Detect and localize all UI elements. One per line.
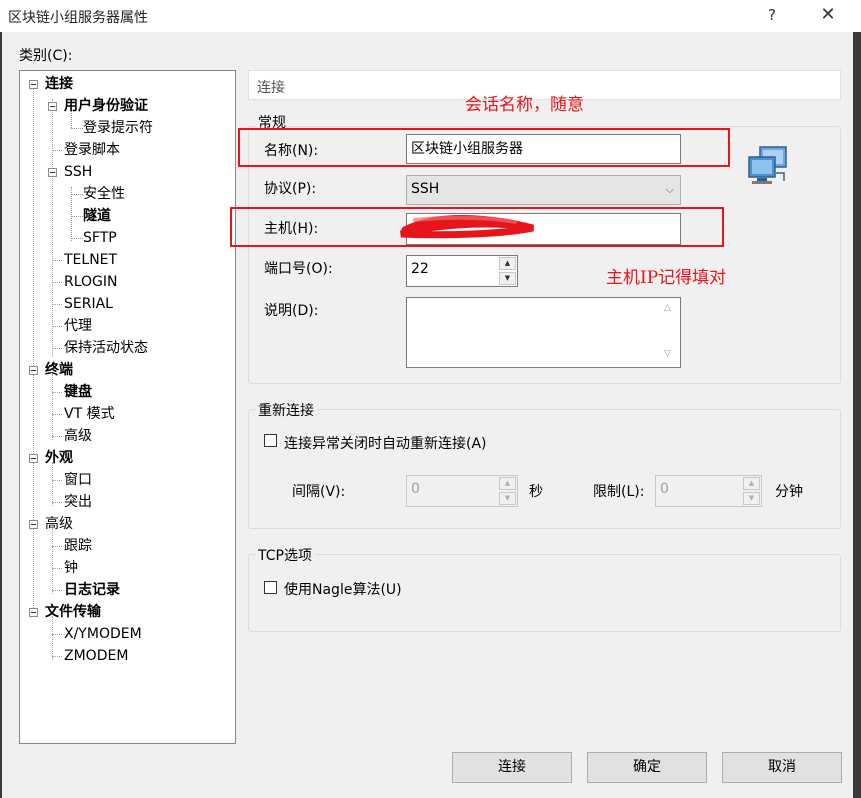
- category-label: 类别(C):: [19, 45, 72, 65]
- interval-value: 0: [411, 481, 420, 497]
- expand-terminal-icon[interactable]: [29, 366, 38, 375]
- limit-spinner[interactable]: 0 ▲ ▼: [655, 475, 762, 507]
- tree-item-telnet[interactable]: TELNET: [64, 251, 117, 269]
- tree-item-highlight[interactable]: 突出: [64, 493, 92, 511]
- interval-label: 间隔(V):: [292, 481, 345, 501]
- port-up-arrow-icon[interactable]: ▲: [499, 257, 516, 270]
- interval-down-arrow-icon[interactable]: ▼: [499, 492, 516, 505]
- tree-item-advanced[interactable]: 高级: [45, 515, 73, 533]
- tree-item-connection[interactable]: 连接: [45, 75, 73, 93]
- reconnect-group-title: 重新连接: [256, 400, 316, 420]
- section-header-title: 连接: [257, 77, 285, 97]
- tree-item-xymodem[interactable]: X/YMODEM: [64, 625, 142, 643]
- interval-unit: 秒: [529, 481, 543, 501]
- annotation-session-name: 会话名称，随意: [465, 90, 584, 115]
- description-textarea[interactable]: [406, 297, 681, 368]
- tree-item-keepalive[interactable]: 保持活动状态: [64, 339, 148, 357]
- annotation-host-ip: 主机IP记得填对: [606, 263, 726, 288]
- port-spinner[interactable]: 22 ▲ ▼: [406, 255, 518, 287]
- tree-item-trace[interactable]: 跟踪: [64, 537, 92, 555]
- scroll-up-icon[interactable]: △: [664, 303, 671, 313]
- port-label: 端口号(O):: [264, 258, 333, 278]
- annotation-box-host: [230, 207, 724, 247]
- port-down-arrow-icon[interactable]: ▼: [499, 272, 516, 285]
- protocol-select[interactable]: SSH ⌵: [406, 175, 681, 205]
- category-tree[interactable]: 连接 用户身份验证 登录提示符 登录脚本 SSH 安全性 隧道 SFTP TEL…: [19, 70, 236, 744]
- window-edge-left: [0, 32, 2, 798]
- connect-button[interactable]: 连接: [452, 752, 572, 783]
- nagle-label: 使用Nagle算法(U): [284, 579, 402, 599]
- tree-item-security[interactable]: 安全性: [83, 185, 125, 203]
- close-button[interactable]: ✕: [818, 4, 838, 25]
- tree-item-bell[interactable]: 钟: [64, 559, 78, 577]
- tree-item-sftp[interactable]: SFTP: [83, 229, 117, 247]
- interval-up-arrow-icon[interactable]: ▲: [499, 477, 516, 490]
- expand-appearance-icon[interactable]: [29, 454, 38, 463]
- limit-up-arrow-icon[interactable]: ▲: [743, 477, 760, 490]
- protocol-select-value: SSH: [411, 181, 439, 197]
- annotation-box-name: [238, 128, 730, 167]
- tcp-group-title: TCP选项: [256, 545, 314, 565]
- tree-item-ssh[interactable]: SSH: [64, 163, 92, 181]
- expand-ssh-icon[interactable]: [48, 168, 57, 177]
- tree-item-rlogin[interactable]: RLOGIN: [64, 273, 118, 291]
- help-button[interactable]: ?: [764, 6, 780, 24]
- reconnect-group: [248, 409, 841, 529]
- tree-item-serial[interactable]: SERIAL: [64, 295, 113, 313]
- tree-item-proxy[interactable]: 代理: [64, 317, 92, 335]
- interval-spinner[interactable]: 0 ▲ ▼: [406, 475, 518, 507]
- tree-item-login-script[interactable]: 登录脚本: [64, 141, 120, 159]
- limit-unit: 分钟: [775, 481, 803, 501]
- tree-item-tunnel[interactable]: 隧道: [83, 207, 111, 225]
- auto-reconnect-checkbox[interactable]: [264, 434, 277, 447]
- expand-file-transfer-icon[interactable]: [29, 608, 38, 617]
- window-edge-right: [853, 32, 861, 798]
- window-title: 区块链小组服务器属性: [8, 7, 148, 27]
- expand-auth-icon[interactable]: [48, 102, 57, 111]
- chevron-down-icon: ⌵: [666, 183, 674, 197]
- expand-advanced-icon[interactable]: [29, 520, 38, 529]
- tree-item-terminal-advanced[interactable]: 高级: [64, 427, 92, 445]
- tree-item-login-prompt[interactable]: 登录提示符: [83, 119, 153, 137]
- scroll-down-icon[interactable]: ▽: [664, 349, 671, 359]
- tree-item-vt-mode[interactable]: VT 模式: [64, 405, 115, 423]
- tree-item-appearance[interactable]: 外观: [45, 449, 73, 467]
- limit-down-arrow-icon[interactable]: ▼: [743, 492, 760, 505]
- tree-item-terminal[interactable]: 终端: [45, 361, 73, 379]
- port-value: 22: [411, 261, 429, 277]
- nagle-checkbox[interactable]: [264, 581, 277, 594]
- description-label: 说明(D):: [264, 300, 318, 320]
- tree-item-auth[interactable]: 用户身份验证: [64, 97, 148, 115]
- tree-item-file-transfer[interactable]: 文件传输: [45, 603, 101, 621]
- tree-item-zmodem[interactable]: ZMODEM: [64, 647, 128, 665]
- tree-item-keyboard[interactable]: 键盘: [64, 383, 92, 401]
- tree-item-logging[interactable]: 日志记录: [64, 581, 120, 599]
- expand-connection-icon[interactable]: [29, 80, 38, 89]
- limit-value: 0: [660, 481, 669, 497]
- protocol-label: 协议(P):: [264, 178, 316, 198]
- limit-label: 限制(L):: [593, 481, 644, 501]
- tree-item-window[interactable]: 窗口: [64, 471, 92, 489]
- connection-monitors-icon: [746, 145, 790, 187]
- auto-reconnect-label: 连接异常关闭时自动重新连接(A): [284, 433, 487, 453]
- cancel-button[interactable]: 取消: [722, 752, 842, 783]
- ok-button[interactable]: 确定: [587, 752, 707, 783]
